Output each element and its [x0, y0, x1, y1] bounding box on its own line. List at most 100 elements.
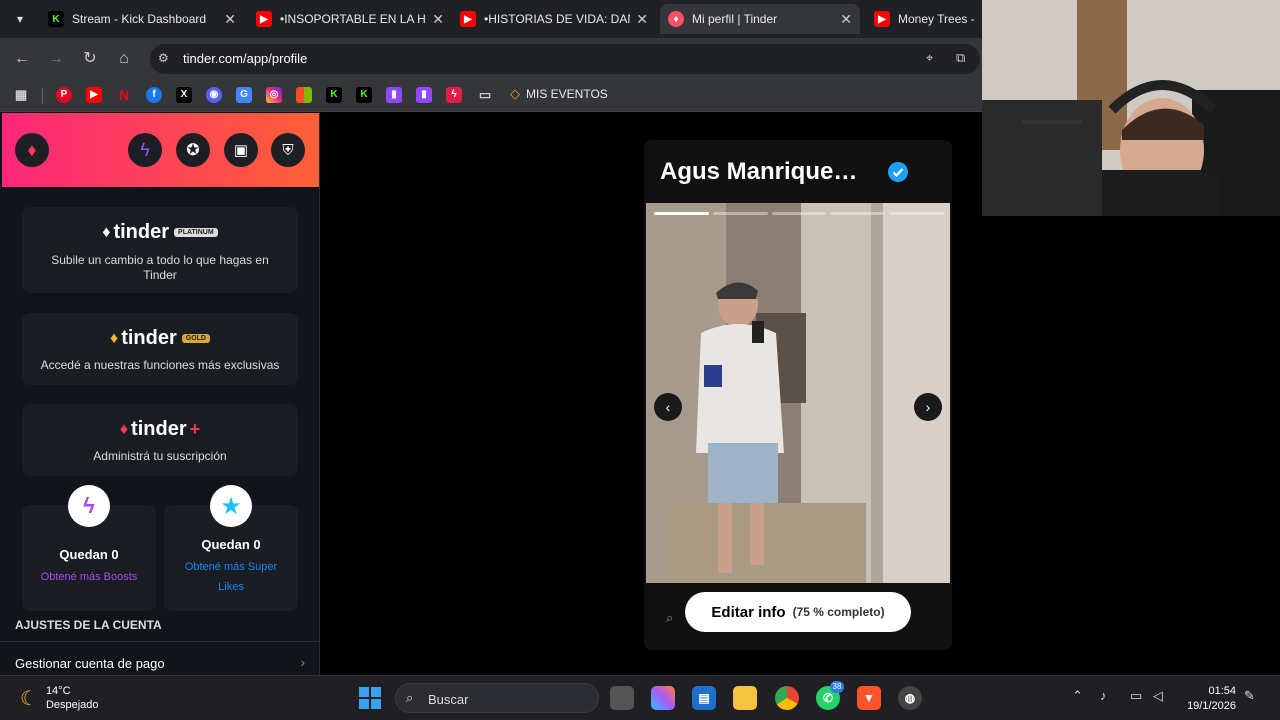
url-field[interactable]: ⚙ tinder.com/app/profile ⌖ ⧉ — [150, 44, 980, 74]
network-icon[interactable]: ▭ — [1130, 688, 1142, 704]
tab-search-menu-icon[interactable]: ▾ — [8, 8, 32, 30]
tag-icon: ◇ — [510, 86, 520, 101]
url-text[interactable]: tinder.com/app/profile — [183, 51, 307, 66]
translate-icon[interactable]: G — [236, 87, 252, 103]
boosts-card[interactable]: ϟ Quedan 0 Obtené más Boosts — [22, 485, 156, 611]
brave-icon[interactable]: ▼ — [857, 686, 881, 710]
close-tab-icon[interactable]: ✕ — [432, 11, 444, 28]
folder-icon[interactable]: ▭ — [477, 87, 493, 103]
flame-icon: ♦ — [110, 329, 119, 347]
explore-button[interactable]: ✪ — [176, 133, 210, 167]
whatsapp-badge: 38 — [830, 681, 844, 693]
youtube-icon: ▶ — [874, 11, 890, 27]
notification-bell-icon[interactable]: ✎ — [1244, 688, 1255, 704]
reload-icon[interactable]: ↻ — [80, 49, 100, 69]
mirror-selfie-image — [646, 203, 950, 583]
profile-photo[interactable]: ‹ › — [646, 203, 950, 583]
youtube-icon: ▶ — [256, 11, 272, 27]
back-icon[interactable]: ← — [12, 49, 32, 69]
compass-icon: ✪ — [186, 142, 200, 159]
instagram-icon[interactable]: ◎ — [266, 87, 282, 103]
forward-icon[interactable]: → — [46, 49, 66, 69]
obs-icon[interactable]: ◍ — [898, 686, 922, 710]
manage-payment-row[interactable]: Gestionar cuenta de pago › — [0, 641, 319, 675]
verified-badge-icon — [888, 162, 908, 182]
twitch-icon[interactable]: ▮ — [416, 87, 432, 103]
profile-card: Agus Manrique… ‹ › ⌕ Editar info (75 % c… — [644, 140, 952, 650]
close-tab-icon[interactable]: ✕ — [224, 11, 236, 28]
get-more-superlikes-link[interactable]: Obtené más Super Likes — [174, 557, 288, 597]
boost-button[interactable]: ϟ — [128, 133, 162, 167]
file-explorer-icon[interactable] — [733, 686, 757, 710]
edit-bar: ⌕ Editar info (75 % completo) — [644, 590, 952, 650]
bolt-icon: ϟ — [140, 139, 150, 160]
microsoft-icon[interactable] — [296, 87, 312, 103]
flame-icon: ♦ — [119, 420, 129, 438]
tinder-gold-logo: ♦ tinder GOLD — [22, 327, 298, 350]
tab-kick-dashboard[interactable]: K Stream - Kick Dashboard ✕ — [40, 4, 244, 34]
tab-youtube-1[interactable]: ▶ •INSOPORTABLE EN LA HEL ✕ — [248, 4, 452, 34]
chrome-icon[interactable] — [775, 686, 799, 710]
profile-avatar-button[interactable]: ♦ — [15, 133, 49, 167]
gold-card[interactable]: ♦ tinder GOLD Accedé a nuestras funcione… — [22, 313, 298, 385]
close-tab-icon[interactable]: ✕ — [840, 11, 852, 28]
facebook-icon[interactable]: f — [146, 87, 162, 103]
next-photo-icon[interactable]: › — [914, 393, 942, 421]
kick-icon[interactable]: K — [326, 87, 342, 103]
volume-icon[interactable]: ◁ — [1153, 688, 1163, 704]
close-tab-icon[interactable]: ✕ — [636, 11, 648, 28]
apps-grid-icon[interactable]: ▦ — [13, 87, 29, 103]
superlikes-card[interactable]: ★ Quedan 0 Obtené más Super Likes — [164, 485, 298, 611]
profile-name: Agus Manrique… — [660, 158, 858, 185]
task-view-icon[interactable] — [610, 686, 634, 710]
search-icon[interactable]: ⌕ — [666, 610, 673, 626]
tab-youtube-3[interactable]: ▶ Money Trees - Yo — [866, 4, 982, 34]
discord-icon[interactable]: ◉ — [206, 87, 222, 103]
tray-expand-icon[interactable]: ⌃ — [1072, 688, 1083, 704]
shield-icon: ⛨ — [282, 141, 294, 159]
work-mode-button[interactable]: ▣ — [224, 133, 258, 167]
twitch-icon[interactable]: ▮ — [386, 87, 402, 103]
safety-button[interactable]: ⛨ — [271, 133, 305, 167]
plus-card[interactable]: ♦ tinder + Administrá tu suscripción — [22, 404, 298, 476]
youtube-icon[interactable]: ▶ — [86, 87, 102, 103]
photo-indicator-2 — [712, 212, 768, 215]
kick-icon[interactable]: K — [356, 87, 372, 103]
windows-taskbar: ☾ 14°C Despejado ⌕ Buscar ▤ ✆ 38 ▼ ◍ ⌃ ♪… — [0, 675, 1280, 720]
platinum-card[interactable]: ♦ tinder PLATINUM Subile un cambio a tod… — [22, 207, 298, 293]
taskbar-search[interactable]: ⌕ Buscar — [395, 683, 599, 713]
store-icon[interactable]: ▤ — [692, 686, 716, 710]
netflix-icon[interactable]: N — [116, 87, 132, 103]
tab-youtube-2[interactable]: ▶ •HISTORIAS DE VIDA: DANI ✕ — [452, 4, 656, 34]
photo-indicator-5 — [889, 212, 944, 215]
briefcase-icon: ▣ — [233, 142, 249, 159]
streamer-webcam-image — [982, 0, 1280, 216]
address-bar: ← → ↻ ⌂ ⚙ tinder.com/app/profile ⌖ ⧉ — [0, 38, 982, 80]
clock[interactable]: 01:54 19/1/2026 — [1180, 684, 1236, 714]
site-settings-icon[interactable]: ⚙ — [158, 51, 169, 65]
bookmarks-bar: ▦ P ▶ N f X ◉ G ◎ K K ▮ ▮ ϟ ▭ ◇ MIS EVEN… — [0, 80, 982, 112]
start-button[interactable] — [359, 687, 381, 709]
copilot-icon[interactable] — [651, 686, 675, 710]
tab-tinder-profile[interactable]: ♦ Mi perfil | Tinder ✕ — [660, 4, 860, 34]
photo-progress — [654, 212, 944, 216]
pinterest-icon[interactable]: P — [56, 87, 72, 103]
sidebar-header: ♦ ϟ ✪ ▣ ⛨ — [2, 113, 319, 187]
prev-photo-icon[interactable]: ‹ — [654, 393, 682, 421]
weather-widget[interactable]: ☾ 14°C Despejado — [20, 684, 99, 712]
location-pin-icon[interactable]: ⌖ — [926, 50, 933, 66]
install-app-icon[interactable]: ⧉ — [956, 50, 965, 66]
tinder-flame-icon: ♦ — [27, 139, 37, 160]
tinder-platinum-logo: ♦ tinder PLATINUM — [22, 221, 298, 244]
home-icon[interactable]: ⌂ — [114, 49, 134, 69]
edit-info-button[interactable]: Editar info (75 % completo) — [685, 592, 911, 632]
bookmarks-divider — [42, 88, 43, 104]
chevron-right-icon: › — [300, 654, 305, 670]
bolt-icon[interactable]: ϟ — [446, 87, 462, 103]
x-icon[interactable]: X — [176, 87, 192, 103]
flame-icon: ♦ — [102, 223, 111, 241]
bookmark-mis-eventos[interactable]: ◇ MIS EVENTOS — [510, 86, 608, 102]
get-more-boosts-link[interactable]: Obtené más Boosts — [32, 567, 146, 587]
account-settings-title: AJUSTES DE LA CUENTA — [15, 618, 162, 632]
mic-icon[interactable]: ♪ — [1100, 688, 1107, 703]
